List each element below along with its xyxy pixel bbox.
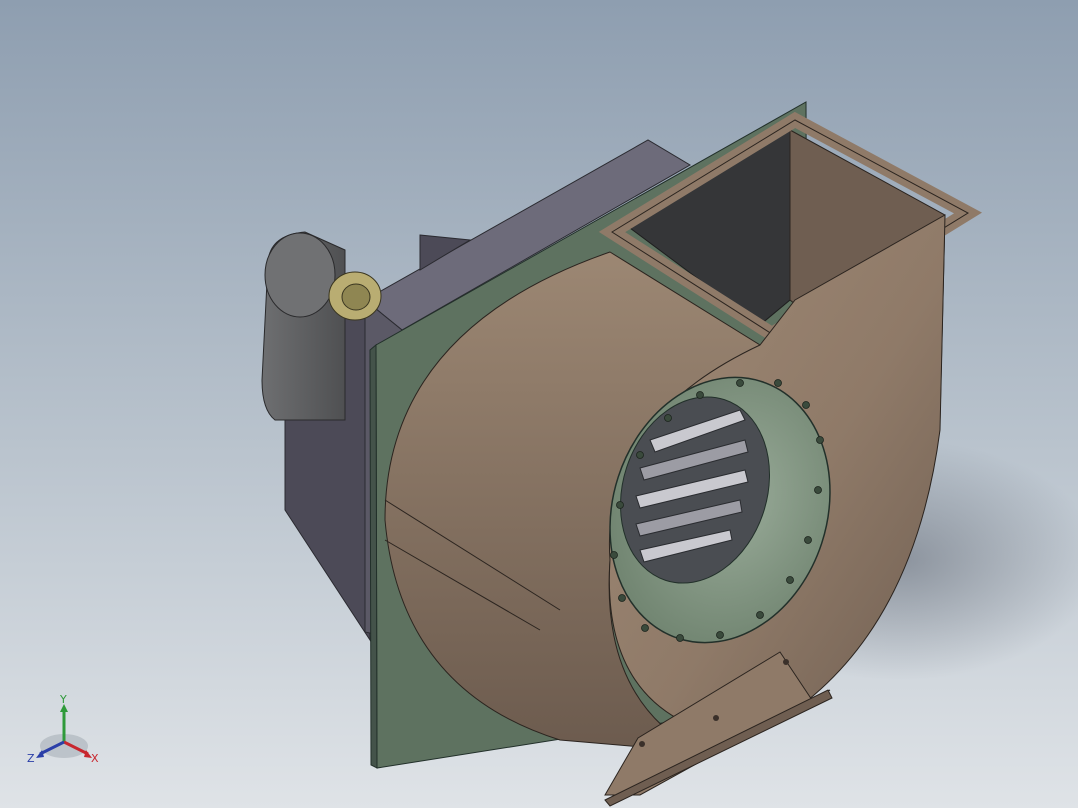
coupling-inner [341,283,371,311]
y-axis-label: Y [59,694,67,706]
orientation-triad[interactable]: Y X Z [24,694,108,778]
fan-model-3d[interactable] [0,0,1078,808]
motor-end-cap [264,232,336,318]
cad-viewport[interactable]: Y X Z [0,0,1078,808]
backplate-edge [369,343,378,769]
z-axis-label: Z [27,752,35,765]
x-axis-label: X [91,752,99,765]
